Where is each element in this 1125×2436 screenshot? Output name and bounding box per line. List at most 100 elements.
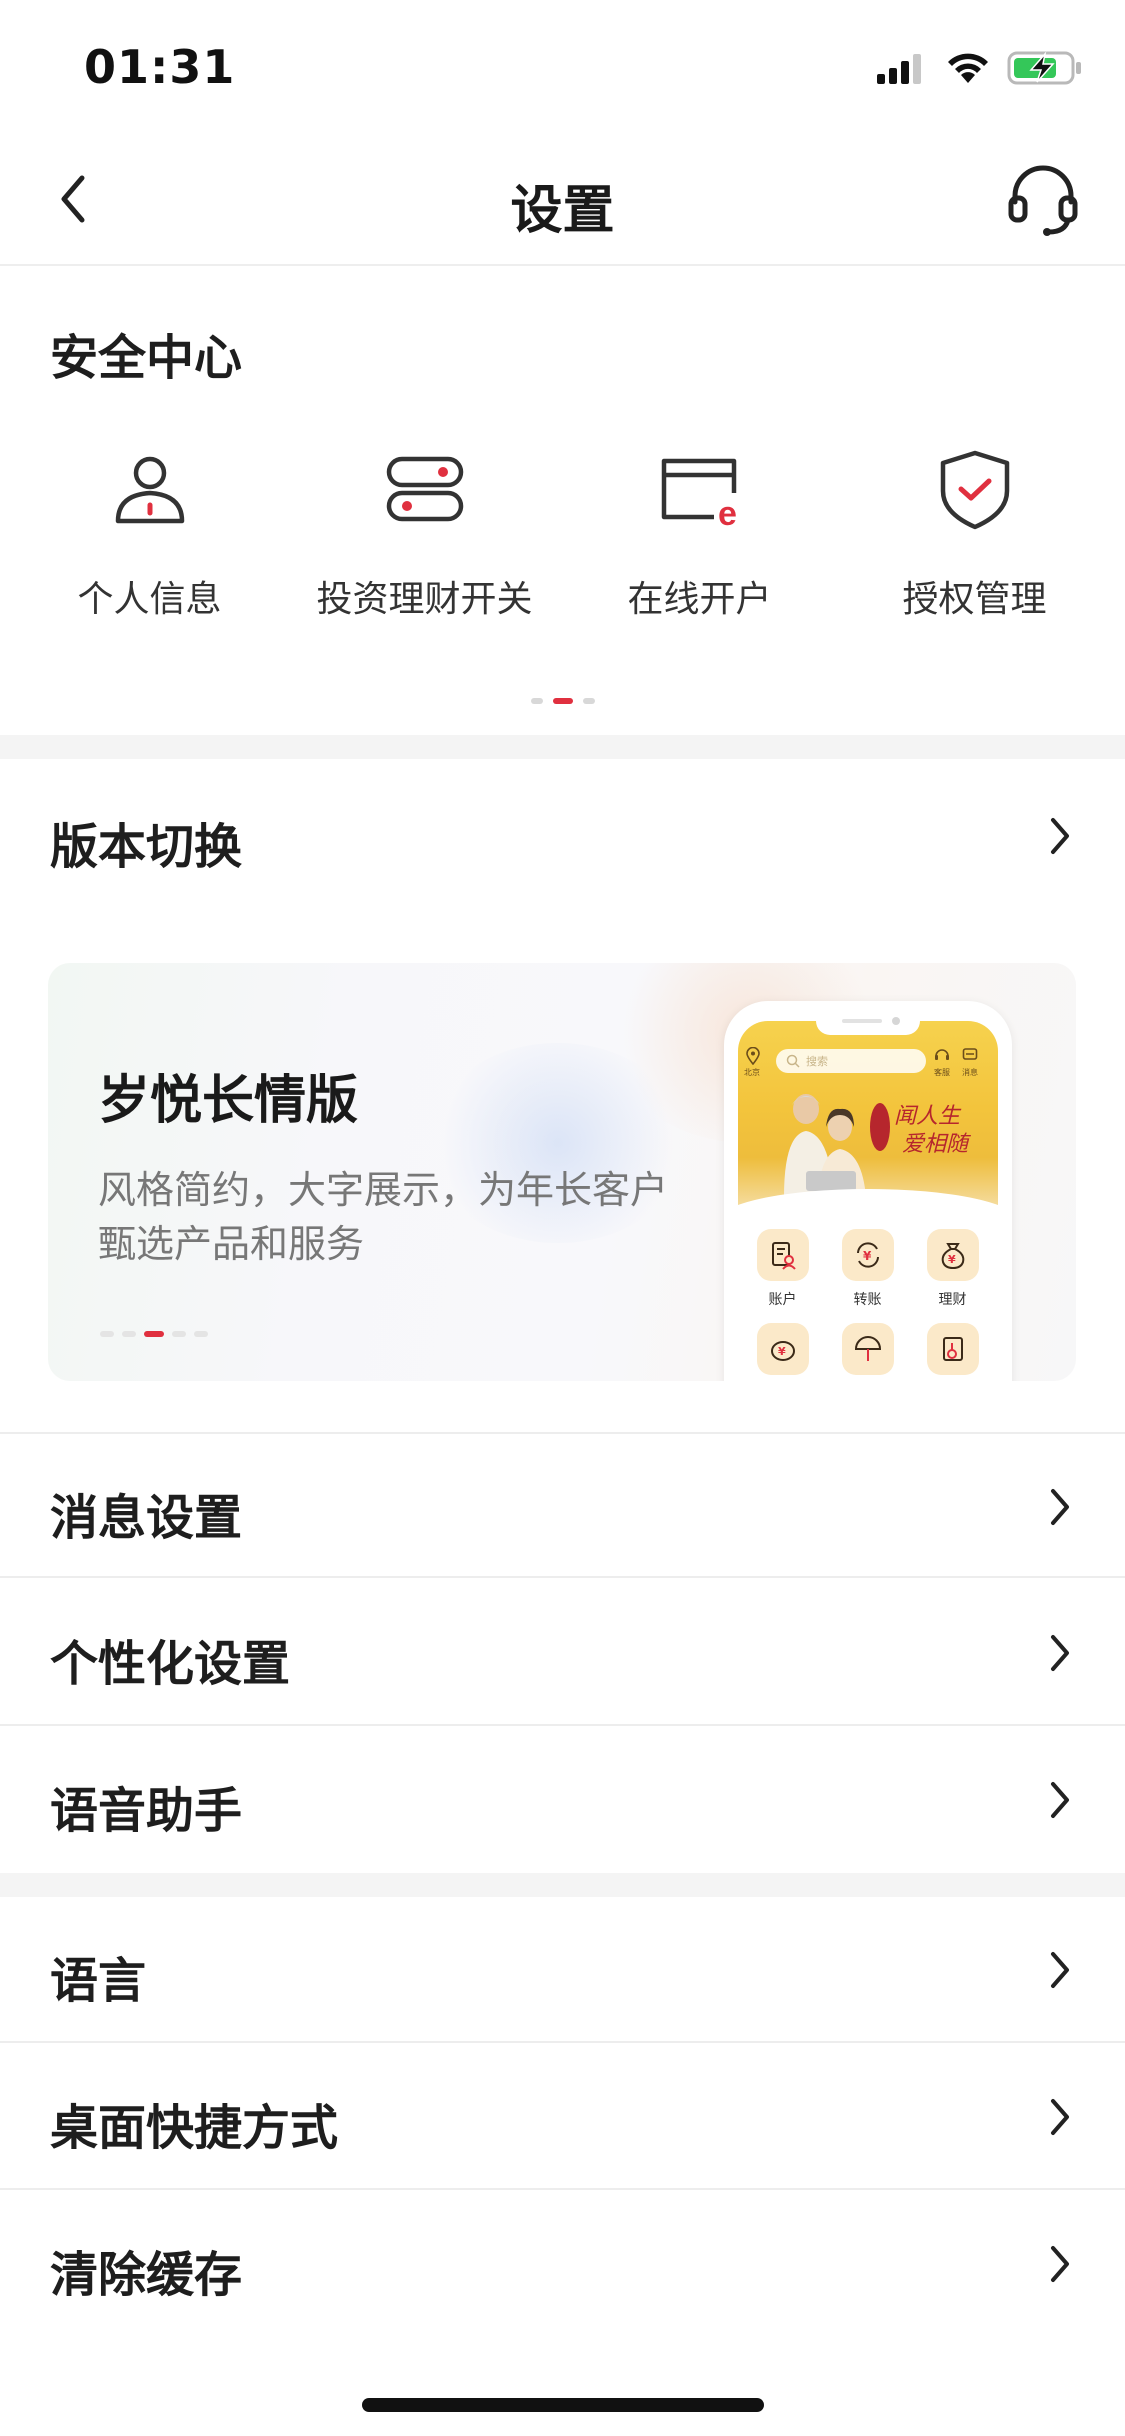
phone-service-label: 客服 — [934, 1068, 950, 1077]
online-account-icon: e — [655, 444, 745, 534]
nav-bar: 设置 — [0, 132, 1125, 266]
page-title: 设置 — [510, 181, 615, 241]
page-dot — [582, 698, 595, 704]
banner-description: 风格简约，大字展示，为年长客户甄选产品和服务 — [98, 1168, 669, 1266]
calligraphy-line-1: 闻人生 — [894, 1104, 962, 1129]
clear-cache-row[interactable]: 清除缓存 — [0, 2191, 1125, 2337]
row-label: 语言 — [50, 1953, 147, 2009]
elderly-couple-illustration — [784, 1094, 866, 1197]
phone-grid-item: ¥ — [740, 1323, 825, 1381]
account-doc-icon — [756, 1229, 809, 1281]
svg-text:¥: ¥ — [778, 1345, 786, 1358]
sec-item-authorization[interactable]: 授权管理 — [837, 444, 1112, 622]
sec-item-label: 在线开户 — [627, 579, 772, 620]
voice-assistant-row[interactable]: 语音助手 — [0, 1727, 1125, 1873]
row-label: 消息设置 — [50, 1490, 243, 1546]
settings-page: 01:31 设置 安全中心 个人信息 投资理财开关 e 在线开户 授权管理 版本… — [0, 0, 1125, 2436]
phone-speaker — [842, 1019, 882, 1023]
phone-grid-item — [825, 1323, 910, 1381]
row-label: 个性化设置 — [50, 1636, 291, 1692]
page-dot-active — [552, 698, 573, 704]
message-icon — [962, 1048, 978, 1060]
personalization-settings-row[interactable]: 个性化设置 — [0, 1580, 1125, 1726]
phone-search-bar: 搜索 — [776, 1049, 926, 1073]
battery-charging-icon — [1007, 51, 1081, 85]
page-dot — [122, 1331, 136, 1337]
toggle-switch-icon — [380, 444, 470, 534]
phone-grid-item: ¥ 理财 — [910, 1229, 995, 1309]
banner-page-indicator — [100, 1331, 208, 1337]
chevron-right-icon — [1045, 1945, 1075, 1995]
calligraphy-illustration: 闻人生 爱相随 — [870, 1103, 972, 1157]
chevron-right-icon — [1045, 2239, 1075, 2289]
phone-grid-item: ¥ 转账 — [825, 1229, 910, 1309]
page-dot — [100, 1331, 114, 1337]
version-banner-card[interactable]: 岁悦长情版 风格简约，大字展示，为年长客户甄选产品和服务 北京 搜索 客服 消息… — [48, 963, 1076, 1381]
calligraphy-line-2: 爱相随 — [902, 1132, 972, 1157]
phone-grid-label: 理财 — [938, 1292, 967, 1308]
security-center-section: 安全中心 个人信息 投资理财开关 e 在线开户 授权管理 — [0, 268, 1125, 733]
section-gap — [0, 1873, 1125, 1897]
chevron-right-icon — [1045, 2092, 1075, 2142]
location-pin-icon — [746, 1047, 760, 1065]
customer-service-button[interactable] — [1003, 160, 1083, 240]
row-label: 语音助手 — [50, 1783, 243, 1839]
headset-icon — [935, 1049, 949, 1060]
piggy-bank-icon: ¥ — [756, 1323, 809, 1375]
chevron-right-icon — [1045, 811, 1075, 861]
version-switch-row[interactable]: 版本切换 — [0, 763, 1125, 909]
phone-notch — [816, 1013, 920, 1035]
status-bar: 01:31 — [0, 0, 1125, 132]
sec-item-personal-info[interactable]: 个人信息 — [12, 444, 287, 622]
headset-icon — [1008, 165, 1078, 236]
phone-grid-label: 账户 — [768, 1292, 797, 1308]
sec-item-investment-switch[interactable]: 投资理财开关 — [287, 444, 562, 622]
row-label: 清除缓存 — [50, 2247, 243, 2303]
chevron-right-icon — [1045, 1628, 1075, 1678]
signal-icon — [877, 54, 921, 84]
wifi-icon — [948, 53, 988, 83]
row-label: 桌面快捷方式 — [50, 2100, 339, 2156]
security-center-title: 安全中心 — [50, 330, 243, 386]
status-icons — [877, 48, 1083, 88]
phone-camera — [892, 1017, 900, 1025]
svg-text:e: e — [718, 495, 737, 529]
phone-preview: 北京 搜索 客服 消息 闻人生 爱相随 账户 ¥ 转账 ¥ 理财 ¥ — [724, 1001, 1012, 1381]
message-settings-row[interactable]: 消息设置 — [0, 1432, 1125, 1578]
sec-item-online-account[interactable]: e 在线开户 — [562, 444, 837, 622]
umbrella-icon — [841, 1323, 894, 1375]
phone-grid-label: 转账 — [853, 1292, 882, 1308]
row-label: 版本切换 — [50, 819, 243, 875]
sec-item-label: 个人信息 — [77, 579, 222, 620]
page-dot — [530, 698, 543, 704]
person-icon — [105, 444, 195, 534]
svg-text:¥: ¥ — [863, 1249, 872, 1263]
page-dot — [172, 1331, 186, 1337]
yuan-transfer-icon: ¥ — [841, 1229, 894, 1281]
sec-item-label: 授权管理 — [902, 579, 1047, 620]
shield-check-icon — [930, 444, 1020, 534]
language-row[interactable]: 语言 — [0, 1897, 1125, 2043]
security-center-items: 个人信息 投资理财开关 e 在线开户 授权管理 — [12, 444, 1112, 622]
chevron-right-icon — [1045, 1775, 1075, 1825]
phone-message-label: 消息 — [962, 1068, 978, 1077]
chevron-right-icon — [1045, 1482, 1075, 1532]
home-indicator[interactable] — [362, 2398, 764, 2412]
phone-grid-item — [910, 1323, 995, 1381]
search-icon — [786, 1054, 800, 1068]
money-bag-icon: ¥ — [926, 1229, 979, 1281]
phone-preview-screen: 北京 搜索 客服 消息 闻人生 爱相随 — [738, 1021, 998, 1216]
wheelchair-icon — [926, 1323, 979, 1375]
svg-text:¥: ¥ — [948, 1253, 956, 1266]
page-dot — [194, 1331, 208, 1337]
status-time: 01:31 — [84, 40, 236, 94]
sec-item-label: 投资理财开关 — [316, 579, 533, 620]
phone-city-label: 北京 — [744, 1068, 760, 1077]
desktop-shortcut-row[interactable]: 桌面快捷方式 — [0, 2044, 1125, 2190]
phone-grid-item: 账户 — [740, 1229, 825, 1309]
phone-search-placeholder: 搜索 — [806, 1055, 828, 1068]
phone-preview-grid: 账户 ¥ 转账 ¥ 理财 ¥ — [740, 1229, 996, 1381]
security-page-indicator — [0, 698, 1125, 704]
page-dot-active — [144, 1331, 164, 1337]
banner-title: 岁悦长情版 — [98, 1071, 359, 1131]
